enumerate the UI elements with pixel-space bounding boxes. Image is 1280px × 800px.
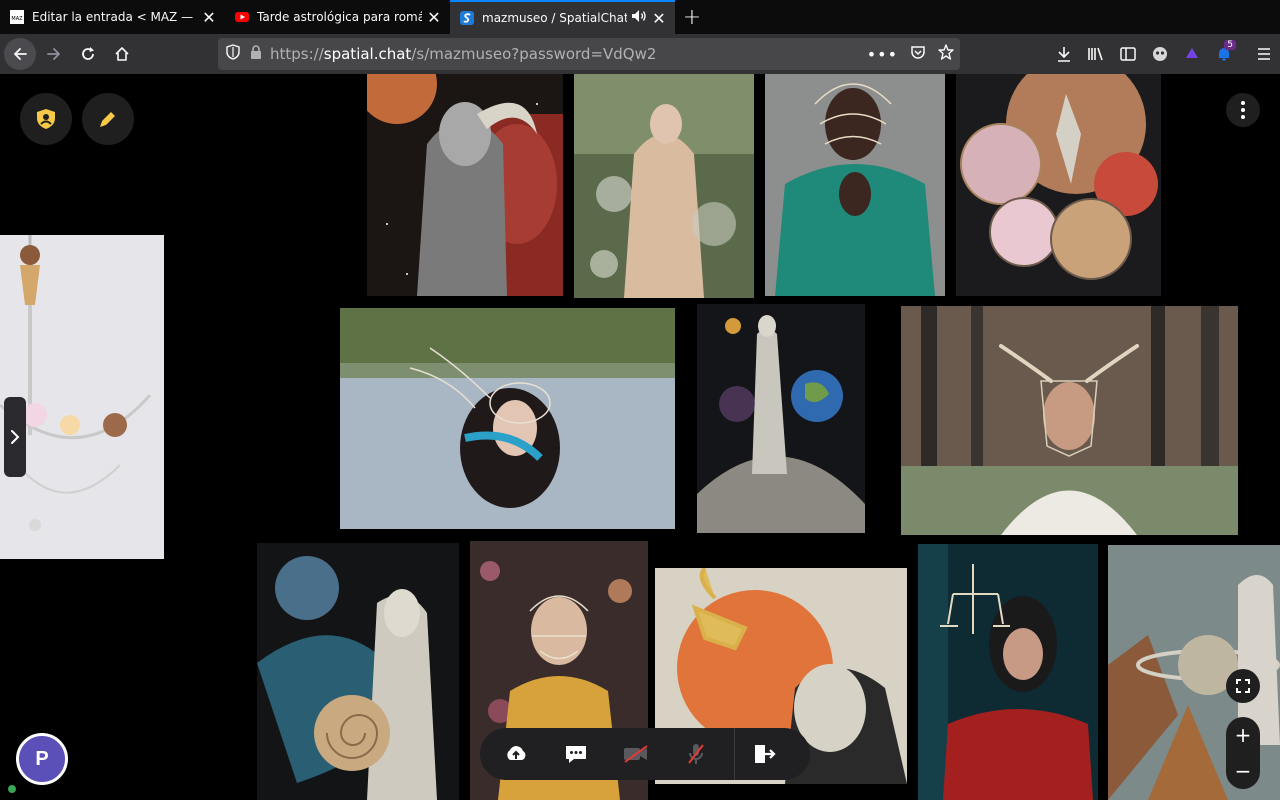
app-menu-button[interactable] bbox=[1248, 38, 1280, 70]
forward-button[interactable] bbox=[38, 38, 70, 70]
pocket-icon[interactable] bbox=[910, 45, 926, 64]
home-button[interactable] bbox=[106, 38, 138, 70]
tab-title: Tarde astrológica para románticos bbox=[257, 10, 422, 24]
chat-button[interactable] bbox=[546, 728, 606, 780]
tab-title: Editar la entrada < MAZ — WordPress bbox=[32, 10, 197, 24]
maz-favicon-icon: MAZ bbox=[10, 10, 24, 24]
page-actions-icon[interactable]: ••• bbox=[867, 45, 898, 64]
url-bar[interactable]: https://spatial.chat/s/mazmuseo?password… bbox=[218, 38, 960, 70]
tab-wordpress[interactable]: MAZ Editar la entrada < MAZ — WordPress … bbox=[0, 0, 225, 34]
extension-globe-icon[interactable] bbox=[1144, 38, 1176, 70]
zoom-in-button[interactable]: + bbox=[1235, 723, 1252, 747]
close-tab-icon[interactable]: ✕ bbox=[651, 9, 667, 28]
artwork-collage-woman-ram-horns-space[interactable] bbox=[367, 74, 563, 296]
close-tab-icon[interactable]: ✕ bbox=[426, 8, 442, 27]
artwork-chandelier-sweets-sculpture[interactable] bbox=[0, 235, 164, 559]
leave-room-button[interactable] bbox=[734, 728, 794, 780]
tab-spatialchat[interactable]: mazmuseo / SpatialChat ✕ bbox=[450, 0, 675, 34]
downloads-button[interactable] bbox=[1048, 38, 1080, 70]
url-text: https://spatial.chat/s/mazmuseo?password… bbox=[270, 45, 657, 63]
artwork-collage-figures-astrolabe-discs[interactable] bbox=[956, 74, 1161, 296]
extension-notifications-icon[interactable]: 5 bbox=[1208, 38, 1240, 70]
sidebar-toggle-button[interactable] bbox=[1112, 38, 1144, 70]
expand-sidebar-button[interactable] bbox=[4, 397, 26, 477]
artwork-woman-water-wire-fish-tail[interactable] bbox=[340, 308, 675, 529]
artwork-man-wire-bull-horns-forest[interactable] bbox=[901, 306, 1238, 535]
fit-to-screen-button[interactable] bbox=[1226, 669, 1260, 703]
media-controls-bar bbox=[480, 728, 810, 780]
artwork-man-wire-mask-teal-shirt[interactable] bbox=[765, 74, 945, 296]
artwork-collage-woman-on-planet[interactable] bbox=[697, 304, 865, 533]
spatialchat-favicon-icon bbox=[460, 11, 474, 25]
microphone-off-button[interactable] bbox=[666, 728, 726, 780]
back-button[interactable] bbox=[4, 38, 36, 70]
tab-youtube[interactable]: Tarde astrológica para románticos ✕ bbox=[225, 0, 450, 34]
share-screen-button[interactable] bbox=[486, 728, 546, 780]
youtube-favicon-icon bbox=[235, 10, 249, 24]
extension-badge: 5 bbox=[1224, 40, 1236, 50]
lock-icon[interactable] bbox=[250, 45, 262, 63]
host-tools-button[interactable] bbox=[20, 93, 72, 145]
tab-title: mazmuseo / SpatialChat bbox=[482, 11, 627, 25]
tab-bar: MAZ Editar la entrada < MAZ — WordPress … bbox=[0, 0, 1280, 34]
online-status-indicator bbox=[6, 783, 18, 795]
pencil-draw-button[interactable] bbox=[82, 93, 134, 145]
extension-vpn-icon[interactable] bbox=[1176, 38, 1208, 70]
artwork-woman-wire-scales-red-dress[interactable] bbox=[918, 544, 1098, 800]
speaker-icon[interactable] bbox=[631, 9, 647, 27]
artwork-woman-in-flowering-branches[interactable] bbox=[574, 74, 754, 298]
svg-text:MAZ: MAZ bbox=[11, 16, 23, 22]
nav-bar: https://spatial.chat/s/mazmuseo?password… bbox=[0, 34, 1280, 74]
tracking-shield-icon[interactable] bbox=[226, 44, 240, 64]
zoom-controls: + − bbox=[1226, 669, 1260, 789]
avatar[interactable]: P bbox=[16, 733, 68, 785]
more-options-button[interactable] bbox=[1226, 93, 1260, 127]
zoom-out-button[interactable]: − bbox=[1235, 759, 1252, 783]
avatar-initial: P bbox=[35, 747, 49, 770]
reload-button[interactable] bbox=[72, 38, 104, 70]
close-tab-icon[interactable]: ✕ bbox=[201, 8, 217, 27]
library-button[interactable] bbox=[1080, 38, 1112, 70]
camera-off-button[interactable] bbox=[606, 728, 666, 780]
spatial-canvas[interactable]: P + − bbox=[0, 74, 1280, 800]
artwork-collage-woman-earth-nautilus[interactable] bbox=[257, 543, 459, 800]
bookmark-star-icon[interactable] bbox=[938, 44, 954, 64]
new-tab-button[interactable]: + bbox=[675, 0, 709, 34]
